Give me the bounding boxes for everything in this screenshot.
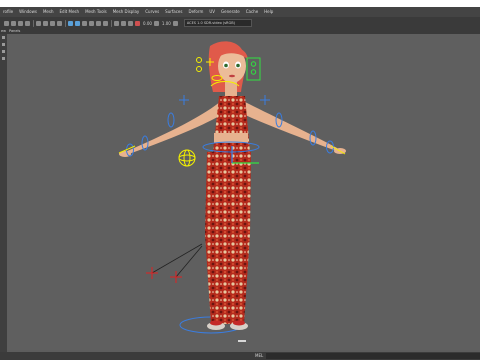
- scene-canvas[interactable]: [7, 34, 480, 350]
- cog-control[interactable]: [178, 154, 196, 162]
- lasso-tool-icon[interactable]: [2, 43, 5, 46]
- menu-profile[interactable]: rofile: [0, 7, 16, 17]
- menu-mesh-display[interactable]: Mesh Display: [110, 7, 143, 17]
- image-plane-icon[interactable]: [25, 20, 30, 26]
- toolbar-divider: [111, 19, 112, 27]
- toolbar-divider: [65, 19, 66, 27]
- shadows-icon[interactable]: [103, 20, 108, 26]
- menu-uv[interactable]: UV: [206, 7, 218, 17]
- resolution-gate-icon[interactable]: [50, 20, 55, 26]
- face-slider-knob[interactable]: [250, 61, 257, 67]
- camera-marker-icon: [238, 340, 246, 342]
- leg-ik-controls[interactable]: [146, 243, 203, 283]
- color-management-icon[interactable]: [172, 20, 178, 26]
- textured-icon[interactable]: [89, 20, 94, 26]
- select-camera-icon[interactable]: [4, 20, 9, 26]
- menu-generate[interactable]: Generate: [218, 7, 243, 17]
- perspective-viewport[interactable]: [7, 34, 480, 350]
- camera-attributes-icon[interactable]: [11, 20, 16, 26]
- paint-select-tool-icon[interactable]: [2, 50, 5, 53]
- move-tool-icon[interactable]: [2, 57, 5, 60]
- view-transform-dropdown[interactable]: ACES 1.0 SDR-video (sRGB): [183, 19, 252, 27]
- command-input[interactable]: [266, 353, 480, 359]
- gamma-icon[interactable]: [153, 20, 159, 26]
- grid-icon[interactable]: [36, 20, 41, 26]
- menu-cache[interactable]: Cache: [243, 7, 261, 17]
- face-control-panel[interactable]: [246, 57, 261, 81]
- exposure-icon[interactable]: [135, 20, 140, 26]
- character-model[interactable]: [119, 41, 346, 330]
- xray-icon[interactable]: [121, 20, 126, 26]
- viewport-toolbar: 0.00 1.00 ACES 1.0 SDR-video (sRGB): [0, 17, 480, 29]
- window-top-strip: [0, 0, 480, 7]
- bookmark-icon[interactable]: [18, 20, 23, 26]
- isolate-select-icon[interactable]: [114, 20, 119, 26]
- menu-deform[interactable]: Deform: [185, 7, 206, 17]
- menu-surfaces[interactable]: Surfaces: [162, 7, 185, 17]
- eye-control[interactable]: [196, 66, 202, 72]
- exposure-value[interactable]: 0.00: [143, 21, 152, 26]
- maya-window: rofile Windows Mesh Edit Mesh Mesh Tools…: [0, 0, 480, 360]
- cog-control[interactable]: [178, 149, 196, 167]
- face-slider-knob[interactable]: [250, 69, 257, 75]
- wireframe-on-shaded-icon[interactable]: [82, 20, 87, 26]
- menu-help[interactable]: Help: [261, 7, 276, 17]
- menu-mesh[interactable]: Mesh: [40, 7, 57, 17]
- toolbar-divider: [33, 19, 34, 27]
- arm-fk-control[interactable]: [167, 112, 175, 128]
- mel-label: MEL: [255, 353, 264, 358]
- menu-mesh-tools[interactable]: Mesh Tools: [82, 7, 110, 17]
- menu-curves[interactable]: Curves: [142, 7, 162, 17]
- select-tool-icon[interactable]: [2, 36, 5, 39]
- gamma-value[interactable]: 1.00: [162, 21, 171, 26]
- xray-joints-icon[interactable]: [128, 20, 133, 26]
- menu-windows[interactable]: Windows: [16, 7, 40, 17]
- cog-control[interactable]: [183, 149, 191, 167]
- gate-mask-icon[interactable]: [57, 20, 62, 26]
- tool-box: [0, 34, 7, 352]
- film-gate-icon[interactable]: [43, 20, 48, 26]
- lights-icon[interactable]: [96, 20, 101, 26]
- command-line: MEL: [0, 352, 480, 360]
- main-menu-bar: rofile Windows Mesh Edit Mesh Mesh Tools…: [0, 7, 480, 17]
- smooth-shade-icon[interactable]: [75, 20, 80, 26]
- wireframe-icon[interactable]: [68, 20, 73, 26]
- eye-control[interactable]: [196, 57, 202, 63]
- menu-edit-mesh[interactable]: Edit Mesh: [57, 7, 83, 17]
